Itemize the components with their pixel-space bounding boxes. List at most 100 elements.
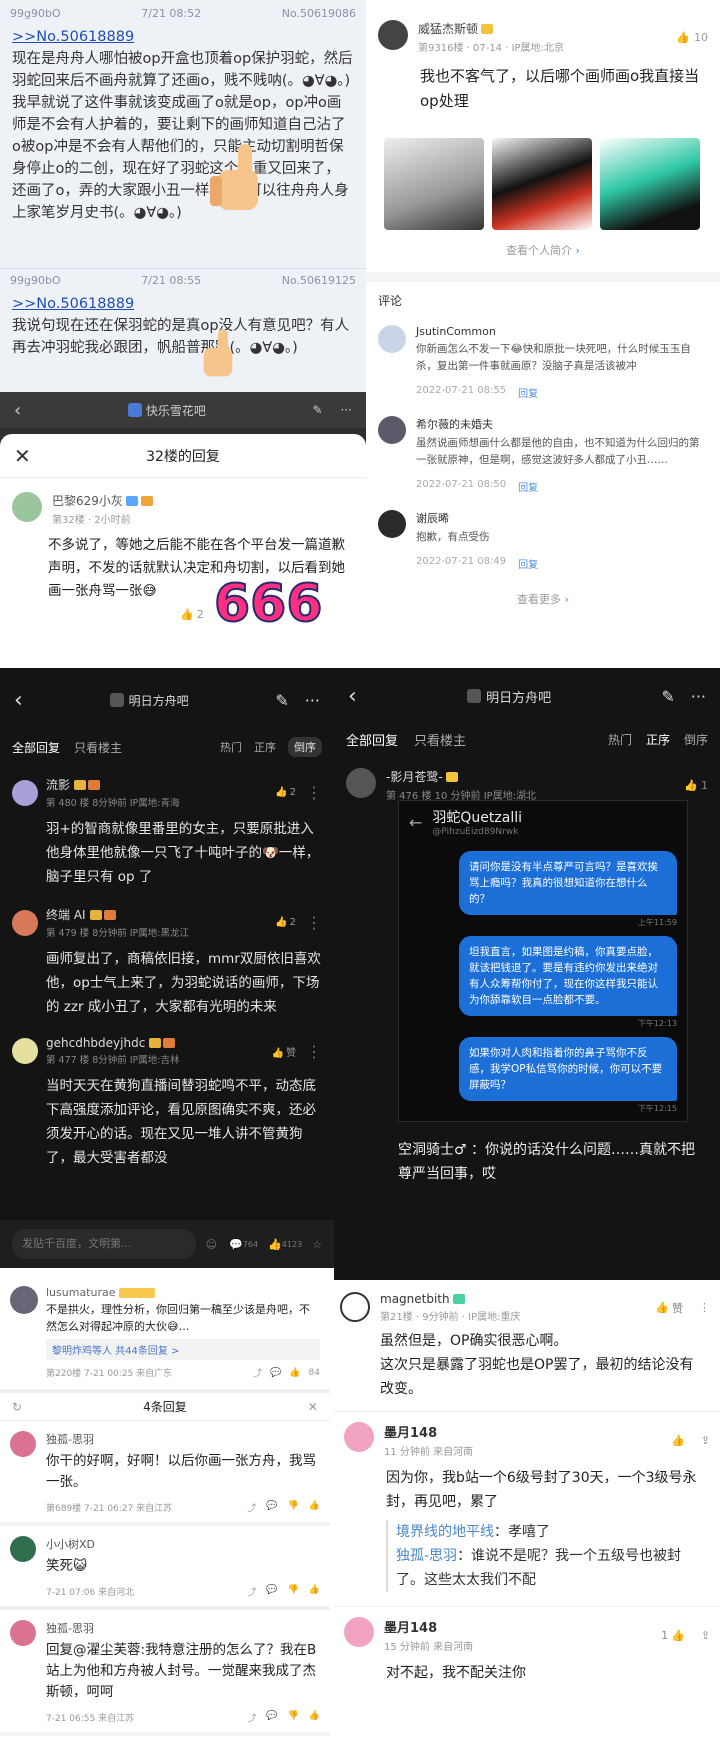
artwork-image[interactable]: [492, 138, 592, 230]
avatar[interactable]: [344, 1422, 374, 1452]
user-name[interactable]: 谢辰晞: [416, 510, 708, 526]
view-more-link[interactable]: 查看更多: [517, 593, 561, 606]
comment-icon[interactable]: 💬: [266, 1585, 277, 1598]
like-icon[interactable]: 👍: [676, 31, 690, 44]
like-icon[interactable]: 👍: [289, 1368, 300, 1378]
sub-reply-author[interactable]: 境界线的地平线: [396, 1524, 494, 1540]
reply-button[interactable]: 回复: [518, 556, 538, 571]
avatar[interactable]: [340, 1292, 370, 1322]
like-icon[interactable]: 👍: [684, 779, 698, 792]
comment-icon[interactable]: 💬: [270, 1368, 281, 1378]
dislike-icon[interactable]: 👎: [288, 1711, 299, 1724]
tab-author-only[interactable]: 只看楼主: [414, 730, 466, 749]
comment-icon[interactable]: 💬: [229, 1238, 243, 1251]
avatar[interactable]: [10, 1286, 38, 1314]
user-name[interactable]: 流影: [46, 776, 70, 793]
tab-all-replies[interactable]: 全部回复: [12, 739, 60, 756]
avatar[interactable]: [344, 1617, 374, 1647]
user-name[interactable]: 小小树XD: [46, 1536, 320, 1552]
refresh-icon[interactable]: ↻: [12, 1400, 22, 1414]
sort-desc[interactable]: 倒序: [288, 737, 322, 757]
like-icon[interactable]: 👍: [671, 1434, 685, 1447]
artwork-image[interactable]: [600, 138, 700, 230]
avatar[interactable]: [378, 20, 408, 50]
avatar[interactable]: [378, 510, 406, 538]
share-icon[interactable]: ⤴: [253, 1366, 262, 1379]
like-icon[interactable]: 👍: [275, 787, 287, 798]
sort-asc[interactable]: 正序: [254, 739, 276, 755]
more-icon[interactable]: ···: [341, 403, 352, 417]
like-icon[interactable]: 👍: [309, 1711, 320, 1724]
more-vert-icon[interactable]: ⋮: [699, 1301, 710, 1314]
tab-all-replies[interactable]: 全部回复: [346, 730, 398, 749]
share-icon[interactable]: ⇪: [701, 1434, 710, 1447]
like-icon[interactable]: 👍: [272, 1048, 284, 1059]
user-name[interactable]: magnetbith: [380, 1292, 450, 1306]
like-icon[interactable]: 👍: [309, 1585, 320, 1598]
avatar[interactable]: [10, 1620, 36, 1646]
artwork-image[interactable]: [384, 138, 484, 230]
share-icon[interactable]: ⇪: [701, 1629, 710, 1642]
sort-desc[interactable]: 倒序: [684, 731, 708, 748]
more-vert-icon[interactable]: ⋮: [306, 913, 322, 932]
quote-link[interactable]: >>No.50618889: [0, 293, 366, 315]
edit-icon[interactable]: ✎: [661, 687, 674, 706]
comment-icon[interactable]: 💬: [266, 1711, 277, 1724]
user-name[interactable]: gehcdhbdeyjhdc: [46, 1036, 145, 1050]
user-name[interactable]: JsutinCommon: [416, 325, 708, 338]
close-icon[interactable]: ✕: [14, 444, 31, 468]
dislike-icon[interactable]: 👎: [288, 1501, 299, 1514]
user-name[interactable]: 终端 AI: [46, 906, 86, 923]
edit-icon[interactable]: ✎: [312, 403, 322, 417]
close-icon[interactable]: ✕: [308, 1400, 318, 1414]
reply-button[interactable]: 回复: [518, 479, 538, 494]
user-name[interactable]: 独孤-思羽: [46, 1431, 320, 1447]
like-icon[interactable]: 👍: [655, 1301, 669, 1314]
reply-button[interactable]: 回复: [518, 385, 538, 400]
share-icon[interactable]: ⤴: [247, 1501, 256, 1514]
like-icon[interactable]: 👍: [275, 917, 287, 928]
more-vert-icon[interactable]: ⋮: [306, 783, 322, 802]
like-icon[interactable]: 👍: [671, 1629, 685, 1642]
avatar[interactable]: [378, 416, 406, 444]
dislike-icon[interactable]: 👎: [288, 1585, 299, 1598]
like-icon[interactable]: 👍: [180, 608, 194, 621]
avatar[interactable]: [10, 1536, 36, 1562]
emoji-icon[interactable]: ☺: [206, 1238, 217, 1251]
avatar[interactable]: [12, 779, 38, 806]
user-name[interactable]: lusumaturae: [46, 1286, 116, 1299]
more-icon[interactable]: ···: [691, 687, 706, 706]
sort-hot[interactable]: 热门: [608, 731, 632, 748]
user-name[interactable]: 墨月148: [384, 1617, 661, 1636]
sort-hot[interactable]: 热门: [220, 739, 242, 755]
sub-reply-author[interactable]: 独孤-思羽: [396, 1548, 457, 1564]
avatar[interactable]: [10, 1431, 36, 1457]
avatar[interactable]: [378, 325, 406, 353]
sort-asc[interactable]: 正序: [646, 731, 670, 748]
avatar[interactable]: [12, 1038, 38, 1064]
reply-input[interactable]: 发贴千百度，文明第...: [12, 1229, 196, 1259]
back-icon[interactable]: ‹: [14, 400, 21, 421]
back-icon[interactable]: ‹: [14, 688, 23, 713]
avatar[interactable]: [12, 492, 42, 522]
more-vert-icon[interactable]: ⋮: [306, 1042, 322, 1061]
like-icon[interactable]: 👍: [309, 1501, 320, 1514]
user-name[interactable]: 希尔薇的未婚夫: [416, 416, 708, 432]
user-name[interactable]: 巴黎629小灰: [52, 492, 123, 509]
comment-icon[interactable]: 💬: [266, 1501, 277, 1514]
user-name[interactable]: 墨月148: [384, 1422, 671, 1441]
view-profile-link[interactable]: 查看个人简介: [506, 244, 572, 257]
user-name[interactable]: 独孤-思羽: [46, 1620, 320, 1636]
more-icon[interactable]: ···: [305, 691, 320, 710]
share-icon[interactable]: ⤴: [247, 1711, 256, 1724]
tab-author-only[interactable]: 只看楼主: [74, 739, 122, 756]
quote-link[interactable]: >>No.50618889: [0, 26, 366, 48]
like-icon[interactable]: 👍: [268, 1238, 282, 1251]
replies-summary-link[interactable]: 黎明炸鸡等人 共44条回复 >: [46, 1339, 320, 1360]
avatar[interactable]: [12, 909, 38, 936]
author-name[interactable]: 威猛杰斯顿: [418, 20, 478, 37]
share-icon[interactable]: ⤴: [247, 1585, 256, 1598]
edit-icon[interactable]: ✎: [275, 691, 288, 710]
back-icon[interactable]: ‹: [348, 684, 357, 709]
avatar[interactable]: [346, 768, 376, 798]
